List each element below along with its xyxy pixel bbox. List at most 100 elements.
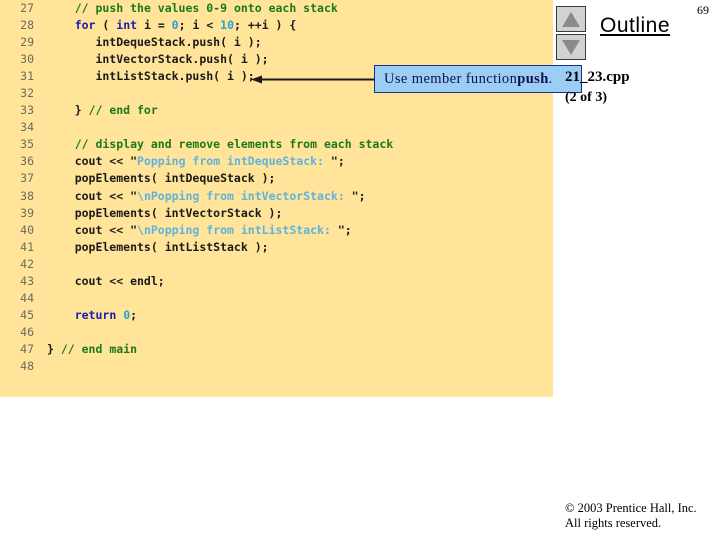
code-token: ; [344, 222, 352, 237]
callout-text-after: . [548, 70, 553, 87]
code-token: 10 [220, 18, 235, 33]
code-line-number: 33 [20, 103, 34, 118]
code-line-number: 34 [20, 120, 34, 135]
code-token: " [351, 188, 359, 203]
code-line: 48 [0, 358, 553, 375]
code-line-text: } // end for [34, 102, 158, 119]
code-token: ( [95, 18, 117, 33]
code-token: ; [130, 307, 138, 322]
code-token: ; ++i ) { [234, 18, 297, 33]
code-token: " [130, 188, 138, 203]
code-token: intVectorStack.push( i ); [47, 52, 269, 67]
code-line-number: 44 [20, 290, 34, 305]
callout-annotation-box: Use member function push. [374, 65, 582, 93]
scroll-down-button[interactable] [556, 34, 586, 60]
callout-term: push [517, 70, 549, 87]
code-line: 35 // display and remove elements from e… [0, 136, 553, 153]
code-token: intDequeStack.push( i ); [47, 35, 262, 50]
callout-text-before: Use member function [384, 70, 518, 87]
triangle-down-icon [562, 39, 580, 55]
code-token: cout << [47, 222, 131, 237]
code-line-text: // push the values 0-9 onto each stack [34, 0, 338, 17]
code-line-text: popElements( intListStack ); [34, 239, 269, 256]
code-line-text: cout << "Popping from intDequeStack: "; [34, 153, 345, 170]
copyright-footer: © 2003 Prentice Hall, Inc. All rights re… [565, 501, 697, 531]
code-line-number: 38 [20, 188, 34, 203]
code-line-number: 36 [20, 154, 34, 169]
code-line-number: 40 [20, 222, 34, 237]
code-token: 0 [171, 18, 179, 33]
code-line: 44 [0, 290, 553, 307]
code-token: // end for [88, 103, 158, 118]
code-line: 38 cout << "\nPopping from intVectorStac… [0, 188, 553, 205]
code-line-number: 37 [20, 171, 34, 186]
code-token: \nPopping from intListStack: [137, 222, 338, 237]
slide-number: 69 [697, 3, 709, 17]
code-token: int [116, 18, 138, 33]
code-token: cout << [47, 188, 131, 203]
code-token: " [130, 222, 138, 237]
code-token: i = [137, 18, 172, 33]
code-token: popElements( intVectorStack ); [47, 205, 283, 220]
outline-heading: Outline [600, 14, 671, 37]
code-token: return [74, 307, 117, 322]
code-line-number: 35 [20, 137, 34, 152]
code-line-number: 48 [20, 358, 34, 373]
scroll-up-button[interactable] [556, 6, 586, 32]
code-line-text: cout << "\nPopping from intListStack: "; [34, 222, 352, 239]
copyright-line-2: All rights reserved. [565, 516, 662, 530]
code-line-number: 46 [20, 324, 34, 339]
code-line: 46 [0, 324, 553, 341]
code-line-number: 31 [20, 69, 34, 84]
code-token: ; [358, 188, 366, 203]
code-token: " [130, 154, 138, 169]
copyright-line-1: © 2003 Prentice Hall, Inc. [565, 501, 697, 515]
code-line-number: 27 [20, 1, 34, 15]
code-token: ; i < [178, 18, 221, 33]
code-line: 41 popElements( intListStack ); [0, 239, 553, 256]
code-token: ; [337, 154, 345, 169]
code-line: 40 cout << "\nPopping from intListStack:… [0, 222, 553, 239]
code-line-number: 43 [20, 273, 34, 288]
code-line: 45 return 0; [0, 307, 553, 324]
code-line: 39 popElements( intVectorStack ); [0, 205, 553, 222]
code-token: cout << [47, 154, 131, 169]
code-line-number: 28 [20, 18, 34, 33]
code-token: Popping from intDequeStack: [137, 154, 331, 169]
code-token: } [47, 103, 89, 118]
code-line: 47} // end main [0, 341, 553, 358]
code-line-text: cout << "\nPopping from intVectorStack: … [34, 188, 366, 205]
code-listing-panel: 27 // push the values 0-9 onto each stac… [0, 0, 553, 397]
code-line: 27 // push the values 0-9 onto each stac… [0, 0, 553, 17]
code-token: popElements( intListStack ); [47, 239, 269, 254]
code-token: intListStack.push( i ); [47, 69, 255, 84]
code-lines-container: 27 // push the values 0-9 onto each stac… [0, 0, 553, 375]
code-line-text: } // end main [34, 341, 137, 358]
code-line-text: intDequeStack.push( i ); [34, 34, 262, 51]
code-token: popElements( intDequeStack ); [47, 171, 276, 186]
outline-nav-buttons [556, 6, 586, 62]
code-token: for [74, 18, 96, 33]
code-line: 37 popElements( intDequeStack ); [0, 170, 553, 187]
code-token: // display and remove elements from each… [74, 137, 394, 152]
code-token: cout << endl; [47, 273, 165, 288]
code-line-number: 41 [20, 239, 34, 254]
code-line-text: intListStack.push( i ); [34, 68, 255, 85]
source-file-part: (2 of 3) [565, 90, 607, 105]
code-token: // push the values 0-9 onto each stack [74, 1, 338, 15]
code-line: 29 intDequeStack.push( i ); [0, 34, 553, 51]
code-line-number: 42 [20, 256, 34, 271]
code-line-text: popElements( intVectorStack ); [34, 205, 283, 222]
code-line-text: for ( int i = 0; i < 10; ++i ) { [34, 17, 297, 34]
code-token: } [47, 341, 61, 356]
code-token: " [337, 222, 345, 237]
code-line-number: 30 [20, 52, 34, 67]
code-token: // end main [60, 341, 138, 356]
code-line-text: // display and remove elements from each… [34, 136, 394, 153]
code-line: 34 [0, 119, 553, 136]
code-line: 43 cout << endl; [0, 273, 553, 290]
code-line: 36 cout << "Popping from intDequeStack: … [0, 153, 553, 170]
